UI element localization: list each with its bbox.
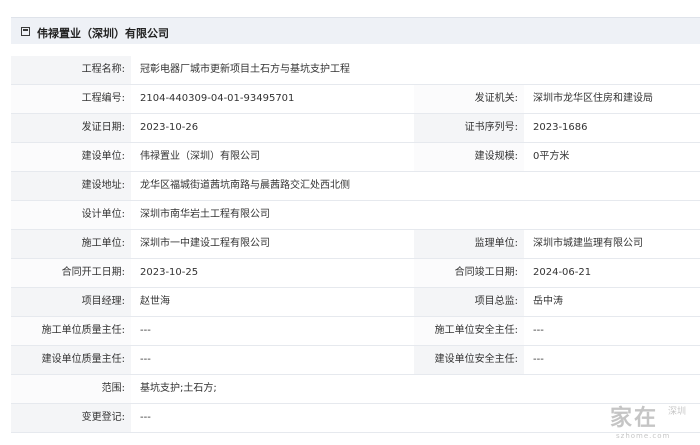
label-contractor-quality-officer: 施工单位质量主任: [41,325,125,336]
label-project-director: 项目总监: [474,296,518,307]
value-project-code: 2104-440309-04-01-93495701 [131,85,414,113]
value-issuing-authority: 深圳市龙华区住房和建设局 [524,85,700,113]
label-contractor-safety-officer: 施工单位安全主任: [434,325,518,336]
value-project-name: 冠彰电器厂城市更新项目土石方与基坑支护工程 [131,56,700,84]
table-row-contractor: 施工单位: 深圳市一中建设工程有限公司 监理单位: 深圳市城建监理有限公司 [11,230,700,259]
label-supervisor-unit: 监理单位: [474,238,518,249]
label-certificate-serial: 证书序列号: [464,122,518,133]
value-certificate-serial: 2023-1686 [524,114,700,142]
table-row-scope: 范围: 基坑支护;土石方; [11,375,700,404]
label-issuing-authority: 发证机关: [474,93,518,104]
value-issue-date: 2023-10-26 [131,114,414,142]
value-construction-scale: 0平方米 [524,143,700,171]
value-contract-start: 2023-10-25 [131,259,414,287]
value-contractor-safety-officer: --- [524,317,700,345]
label-project-manager: 项目经理: [81,296,125,307]
label-developer-quality-officer: 建设单位质量主任: [41,354,125,365]
table-row-contractor-officers: 施工单位质量主任: --- 施工单位安全主任: --- [11,317,700,346]
table-row-developer-officers: 建设单位质量主任: --- 建设单位安全主任: --- [11,346,700,375]
value-project-manager: 赵世海 [131,288,414,316]
company-title: 伟禄置业（深圳）有限公司 [37,27,169,40]
label-project-code: 工程编号: [81,93,125,104]
label-contract-completion: 合同竣工日期: [454,267,518,278]
label-developer: 建设单位: [81,151,125,162]
value-project-director: 岳中涛 [524,288,700,316]
value-developer-quality-officer: --- [131,346,414,374]
value-contract-completion: 2024-06-21 [524,259,700,287]
table-row-site-address: 建设地址: 龙华区福城街道茜坑南路与晨茜路交汇处西北侧 [11,172,700,201]
permit-detail-table: 工程名称: 冠彰电器厂城市更新项目土石方与基坑支护工程 工程编号: 2104-4… [11,56,700,433]
label-design-unit: 设计单位: [81,209,125,220]
label-change-registration: 变更登记: [81,412,125,423]
value-contractor: 深圳市一中建设工程有限公司 [131,230,414,258]
table-row-project-name: 工程名称: 冠彰电器厂城市更新项目土石方与基坑支护工程 [11,56,700,85]
label-construction-scale: 建设规模: [474,151,518,162]
table-row-project-code: 工程编号: 2104-440309-04-01-93495701 发证机关: 深… [11,85,700,114]
table-row-contract-dates: 合同开工日期: 2023-10-25 合同竣工日期: 2024-06-21 [11,259,700,288]
value-developer-safety-officer: --- [524,346,700,374]
label-contractor: 施工单位: [81,238,125,249]
value-developer: 伟禄置业（深圳）有限公司 [131,143,414,171]
value-site-address: 龙华区福城街道茜坑南路与晨茜路交汇处西北侧 [131,172,700,200]
table-row-developer: 建设单位: 伟禄置业（深圳）有限公司 建设规模: 0平方米 [11,143,700,172]
label-issue-date: 发证日期: [81,122,125,133]
document-icon [21,27,30,36]
label-contract-start: 合同开工日期: [61,267,125,278]
table-row-design-unit: 设计单位: 深圳市南华岩土工程有限公司 [11,201,700,230]
value-design-unit: 深圳市南华岩土工程有限公司 [131,201,700,229]
label-project-name: 工程名称: [81,64,125,75]
label-scope: 范围: [101,383,125,394]
section-header: 伟禄置业（深圳）有限公司 [11,17,700,44]
watermark-url: szhome.com [616,432,671,440]
value-supervisor-unit: 深圳市城建监理有限公司 [524,230,700,258]
label-developer-safety-officer: 建设单位安全主任: [434,354,518,365]
label-site-address: 建设地址: [81,180,125,191]
table-row-issue-date: 发证日期: 2023-10-26 证书序列号: 2023-1686 [11,114,700,143]
table-row-managers: 项目经理: 赵世海 项目总监: 岳中涛 [11,288,700,317]
value-contractor-quality-officer: --- [131,317,414,345]
value-change-registration: --- [131,404,700,432]
value-scope: 基坑支护;土石方; [131,375,700,403]
table-row-change-registration: 变更登记: --- [11,404,700,433]
